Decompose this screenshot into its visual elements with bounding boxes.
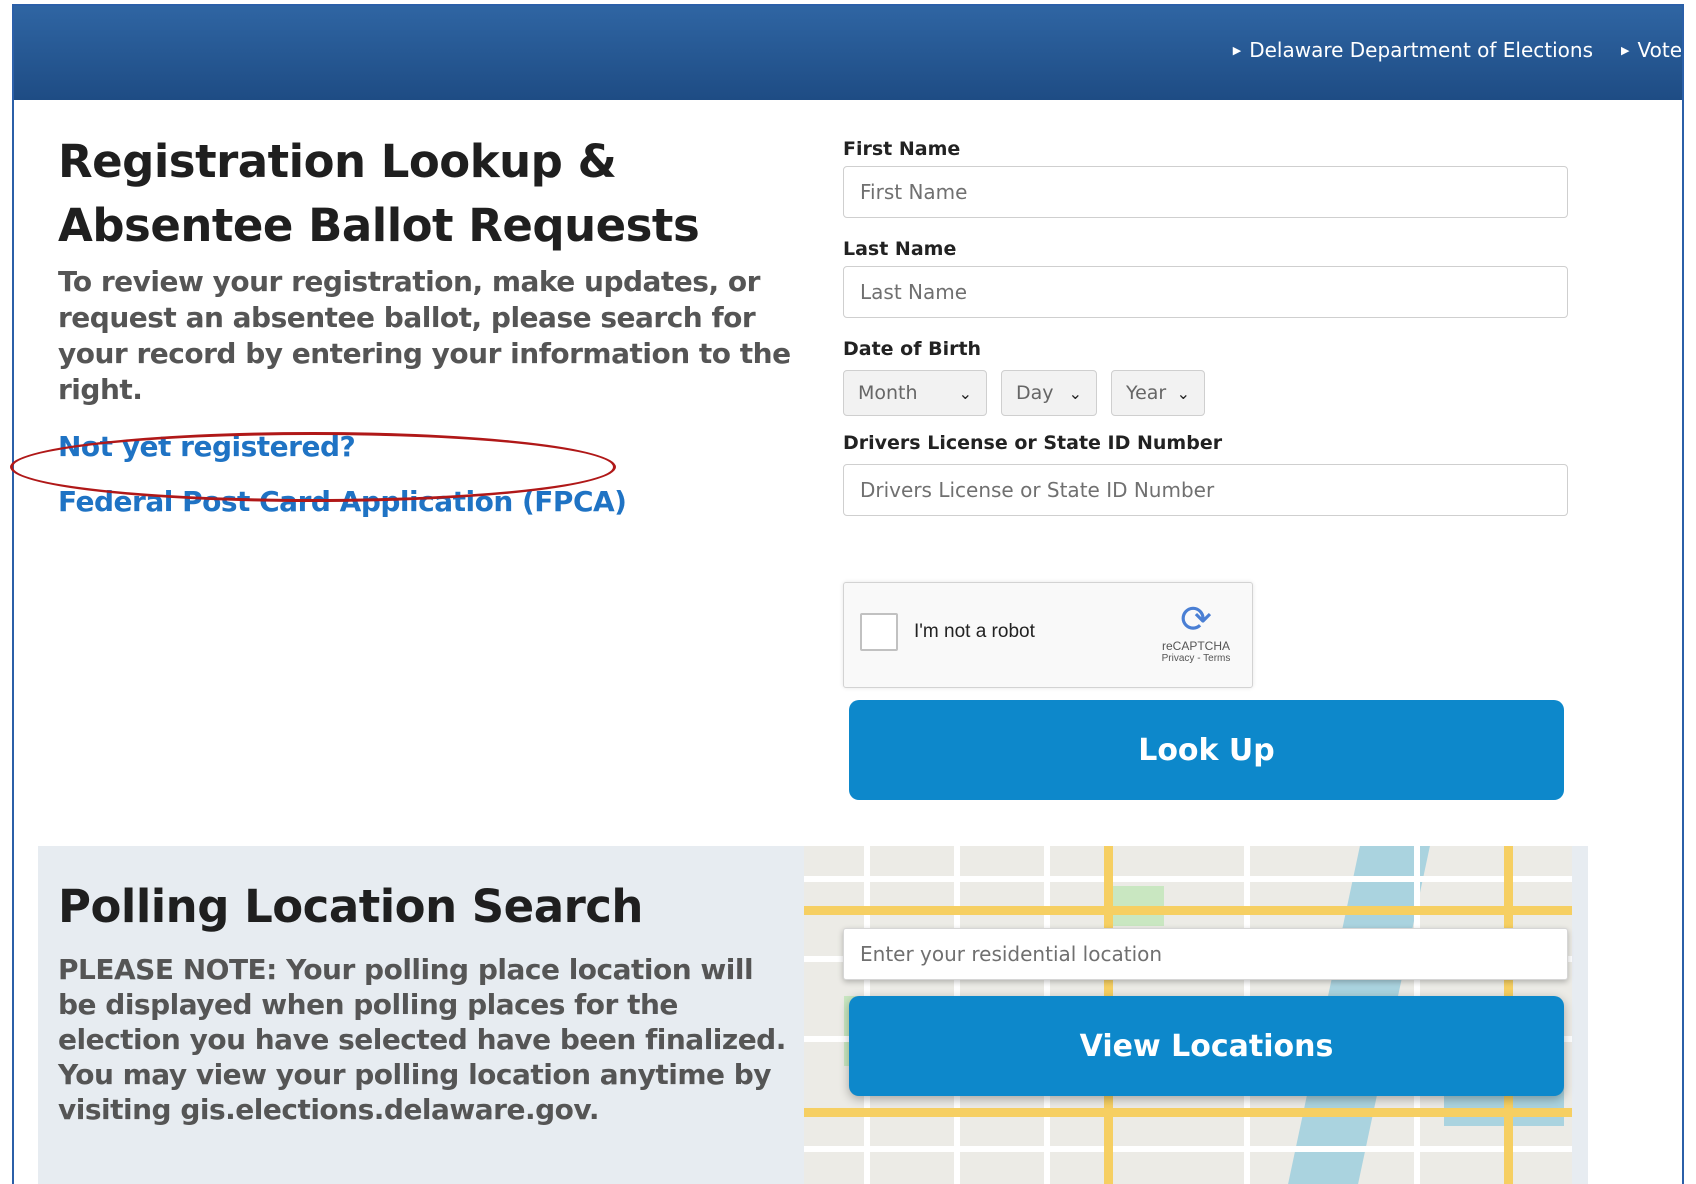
nav-link-vote[interactable]: ▶ Vote xyxy=(1621,38,1682,62)
recaptcha-brand: reCAPTCHA xyxy=(1161,639,1230,653)
month-select-value: Month xyxy=(858,382,918,404)
dob-selects: Month ⌄ Day ⌄ Year ⌄ xyxy=(843,370,1568,416)
recaptcha-icon: ⟳ xyxy=(1180,597,1212,641)
top-navigation: ▶ Delaware Department of Elections ▶ Vot… xyxy=(1233,38,1682,62)
first-name-label: First Name xyxy=(843,138,961,160)
first-name-input[interactable] xyxy=(843,166,1568,218)
highlight-ellipse xyxy=(10,432,616,502)
title-line-2: Absentee Ballot Requests xyxy=(58,199,700,252)
recaptcha-label: I'm not a robot xyxy=(914,621,1035,642)
recaptcha-logo: ⟳ reCAPTCHA Privacy - Terms xyxy=(1156,599,1236,664)
title-line-1: Registration Lookup & xyxy=(58,135,617,188)
nav-link-department[interactable]: ▶ Delaware Department of Elections xyxy=(1233,38,1593,62)
license-label: Drivers License or State ID Number xyxy=(843,432,1223,454)
recaptcha-widget: I'm not a robot ⟳ reCAPTCHA Privacy - Te… xyxy=(843,582,1253,688)
map-highway xyxy=(804,906,1572,915)
nav-link-label: Vote xyxy=(1637,38,1682,62)
top-header-bar: ▶ Delaware Department of Elections ▶ Vot… xyxy=(14,6,1682,100)
license-input[interactable] xyxy=(843,464,1568,516)
recaptcha-checkbox[interactable] xyxy=(860,613,898,651)
month-select[interactable]: Month ⌄ xyxy=(843,370,987,416)
polling-note: PLEASE NOTE: Your polling place location… xyxy=(58,953,786,1126)
day-select-value: Day xyxy=(1016,382,1054,404)
page-title: Registration Lookup & Absentee Ballot Re… xyxy=(58,130,798,258)
map-road xyxy=(804,876,1572,882)
polling-title: Polling Location Search xyxy=(58,880,643,933)
view-locations-button[interactable]: View Locations xyxy=(849,996,1564,1096)
chevron-down-icon: ⌄ xyxy=(1176,383,1190,403)
triangle-right-icon: ▶ xyxy=(1621,43,1630,57)
lookup-form: First Name Last Name Date of Birth Month… xyxy=(843,138,1568,516)
day-select[interactable]: Day ⌄ xyxy=(1001,370,1097,416)
nav-link-label: Delaware Department of Elections xyxy=(1249,38,1594,62)
map-highway xyxy=(804,1108,1572,1117)
map-road xyxy=(804,1146,1572,1152)
last-name-input[interactable] xyxy=(843,266,1568,318)
intro-text: To review your registration, make update… xyxy=(58,265,791,406)
chevron-down-icon: ⌄ xyxy=(1068,383,1082,403)
last-name-label: Last Name xyxy=(843,238,957,260)
chevron-down-icon: ⌄ xyxy=(958,383,972,403)
year-select[interactable]: Year ⌄ xyxy=(1111,370,1205,416)
recaptcha-terms[interactable]: Privacy - Terms xyxy=(1156,653,1236,664)
year-select-value: Year xyxy=(1126,382,1167,404)
triangle-right-icon: ▶ xyxy=(1232,43,1242,57)
dob-label: Date of Birth xyxy=(843,338,982,360)
residential-location-input[interactable] xyxy=(843,928,1568,980)
look-up-button[interactable]: Look Up xyxy=(849,700,1564,800)
